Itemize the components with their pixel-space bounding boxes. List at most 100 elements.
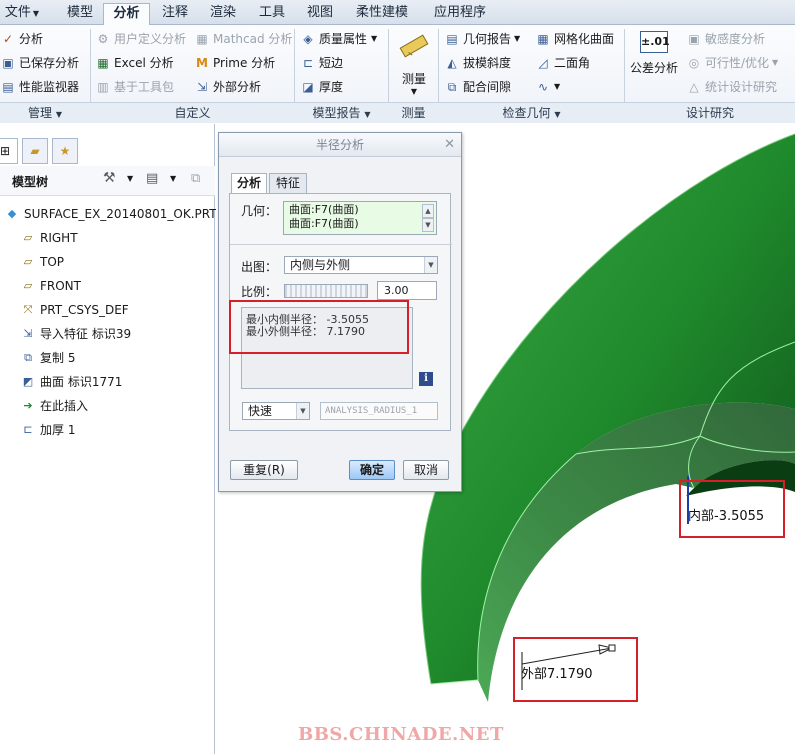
tree-item-label: PRT_CSYS_DEF: [40, 303, 129, 317]
tab-render[interactable]: 渲染: [201, 3, 245, 25]
chevron-down-icon[interactable]: ▼: [371, 29, 377, 49]
model-tree-pane: ⊞ ▰ ★ 模型树 ⚒ ▼ ▤ ▼ ⧉ ◆ SURFACE_EX_20140801…: [0, 124, 217, 754]
prime-analysis-button[interactable]: M Prime 分析: [194, 53, 275, 73]
output-select[interactable]: 内侧与外侧 ▼: [284, 256, 438, 274]
ratio-input[interactable]: 3.00: [377, 281, 437, 300]
geometry-collector[interactable]: 曲面:F7(曲面) 曲面:F7(曲面) ▲ ▼: [283, 201, 437, 235]
highlight-box-outer: [513, 637, 638, 702]
ok-button[interactable]: 确定: [349, 460, 395, 480]
settings-icon[interactable]: ⚒: [103, 170, 116, 186]
sensitivity-analysis-button[interactable]: ▣ 敏感度分析: [686, 29, 765, 49]
datum-plane-icon: ▱: [23, 231, 33, 244]
group-label-measure: 测量: [401, 106, 426, 120]
feasibility-button[interactable]: ◎ 可行性/优化 ▼: [686, 53, 778, 73]
excel-analysis-button[interactable]: ▦ Excel 分析: [95, 53, 174, 73]
copy-feature-icon: ⧉: [24, 351, 32, 364]
thickness-label: 厚度: [319, 80, 344, 94]
mass-properties-label: 质量属性: [319, 32, 368, 46]
group-label-inspect[interactable]: 检查几何 ▼: [439, 103, 624, 123]
tab-annotate[interactable]: 注释: [153, 3, 197, 25]
saved-analysis-label: 已保存分析: [19, 56, 80, 70]
statistical-design-label: 统计设计研究: [705, 80, 778, 94]
short-edge-button[interactable]: ⊏ 短边: [300, 53, 343, 73]
mass-properties-icon: ◈: [303, 32, 313, 46]
filter-icon[interactable]: ⧉: [191, 171, 200, 186]
external-analysis-icon: ⇲: [196, 80, 208, 94]
tree-item-copy[interactable]: ⧉ 复制 5: [20, 347, 75, 369]
show-icon[interactable]: ▤: [146, 171, 158, 186]
geometry-item[interactable]: 曲面:F7(曲面): [289, 203, 436, 217]
mathcad-analysis-label: Mathcad 分析: [213, 32, 293, 46]
chevron-down-icon[interactable]: ▼: [170, 174, 176, 183]
group-label-manage[interactable]: 管理 ▼: [0, 103, 90, 123]
group-label-model-report[interactable]: 模型报告 ▼: [295, 103, 388, 123]
mesh-surface-button[interactable]: ▦ 网格化曲面: [535, 29, 614, 49]
toolkit-based-button[interactable]: ▥ 基于工具包: [95, 77, 174, 97]
tab-feature[interactable]: 特征: [269, 173, 307, 193]
measure-button[interactable]: 测量 ▼: [393, 29, 435, 96]
info-icon[interactable]: i: [419, 372, 433, 386]
tree-item-surface[interactable]: ◩ 曲面 标识1771: [20, 371, 123, 393]
performance-monitor-button[interactable]: ▤ 性能监视器: [0, 77, 79, 97]
geometry-item[interactable]: 曲面:F7(曲面): [289, 217, 436, 231]
chevron-down-icon: ▼: [32, 9, 40, 18]
folder-icon: ▰: [30, 144, 40, 158]
curvature-icon: ∿: [537, 80, 549, 94]
repeat-button[interactable]: 重复(R): [230, 460, 298, 480]
mating-gap-button[interactable]: ⧉ 配合间隙: [444, 77, 511, 97]
manage-label: 管理: [28, 106, 53, 120]
cancel-button[interactable]: 取消: [403, 460, 449, 480]
output-label: 出图：: [241, 260, 278, 274]
favorites-tab[interactable]: ★: [52, 138, 78, 164]
tab-flexible-modeling[interactable]: 柔性建模: [347, 3, 417, 25]
external-analysis-label: 外部分析: [213, 80, 262, 94]
ruler-icon: [399, 34, 429, 58]
analysis-name-input[interactable]: ANALYSIS_RADIUS_1: [320, 402, 438, 420]
tab-analysis-dialog[interactable]: 分析: [231, 173, 267, 194]
scroll-up-icon[interactable]: ▲: [422, 204, 434, 218]
tree-item-import-feature[interactable]: ⇲ 导入特征 标识39: [20, 323, 131, 345]
excel-analysis-label: Excel 分析: [114, 56, 174, 70]
mathcad-analysis-button[interactable]: ▦ Mathcad 分析: [194, 29, 292, 49]
prime-icon: M: [196, 56, 208, 70]
tree-item-top[interactable]: ▱ TOP: [20, 251, 64, 273]
file-menu[interactable]: 文件 ▼: [0, 3, 44, 25]
tree-item-insert-here[interactable]: ➔ 在此插入: [20, 395, 88, 417]
tab-analysis[interactable]: 分析: [103, 3, 150, 26]
tree-item-right[interactable]: ▱ RIGHT: [20, 227, 78, 249]
statistical-design-button[interactable]: △ 统计设计研究: [686, 77, 777, 97]
dialog-title-bar[interactable]: 半径分析 ✕: [219, 133, 461, 157]
tree-item-csys[interactable]: ⤧ PRT_CSYS_DEF: [20, 299, 129, 321]
tree-item-part[interactable]: ◆ SURFACE_EX_20140801_OK.PRT: [4, 203, 217, 225]
thickness-button[interactable]: ◪ 厚度: [300, 77, 343, 97]
model-tree-tab[interactable]: ⊞: [0, 138, 18, 164]
mass-properties-button[interactable]: ◈ 质量属性 ▼: [300, 29, 377, 49]
scroll-down-icon[interactable]: ▼: [422, 218, 434, 232]
output-select-value: 内侧与外侧: [290, 258, 351, 272]
user-defined-analysis-icon: ⚙: [97, 32, 109, 46]
close-icon[interactable]: ✕: [444, 133, 455, 157]
user-defined-analysis-button[interactable]: ⚙ 用户定义分析: [95, 29, 186, 49]
tab-view[interactable]: 视图: [298, 3, 342, 25]
analysis-button[interactable]: ✓ 分析: [0, 29, 43, 49]
geometry-report-button[interactable]: ▤ 几何报告 ▼: [444, 29, 520, 49]
external-analysis-button[interactable]: ⇲ 外部分析: [194, 77, 261, 97]
draft-button[interactable]: ◭ 拔模斜度: [444, 53, 511, 73]
tab-applications[interactable]: 应用程序: [424, 3, 496, 25]
tab-tools[interactable]: 工具: [250, 3, 294, 25]
saved-analysis-button[interactable]: ▣ 已保存分析: [0, 53, 79, 73]
mating-gap-icon: ⧉: [447, 80, 457, 94]
tab-model[interactable]: 模型: [58, 3, 102, 25]
curvature-button[interactable]: ∿ ▼: [535, 77, 560, 97]
folder-browser-tab[interactable]: ▰: [22, 138, 48, 164]
chevron-down-icon[interactable]: ▼: [127, 174, 133, 183]
tolerance-analysis-button[interactable]: ±.01 公差分析: [628, 31, 680, 76]
chevron-down-icon[interactable]: ▼: [514, 29, 520, 49]
mode-select[interactable]: 快速 ▼: [242, 402, 310, 420]
ratio-slider[interactable]: [284, 284, 368, 298]
dihedral-angle-button[interactable]: ◿ 二面角: [535, 53, 590, 73]
tree-item-front[interactable]: ▱ FRONT: [20, 275, 81, 297]
prime-analysis-label: Prime 分析: [213, 56, 276, 70]
tolerance-icon: ±.01: [640, 31, 670, 53]
tree-item-thicken[interactable]: ⊏ 加厚 1: [20, 419, 75, 441]
